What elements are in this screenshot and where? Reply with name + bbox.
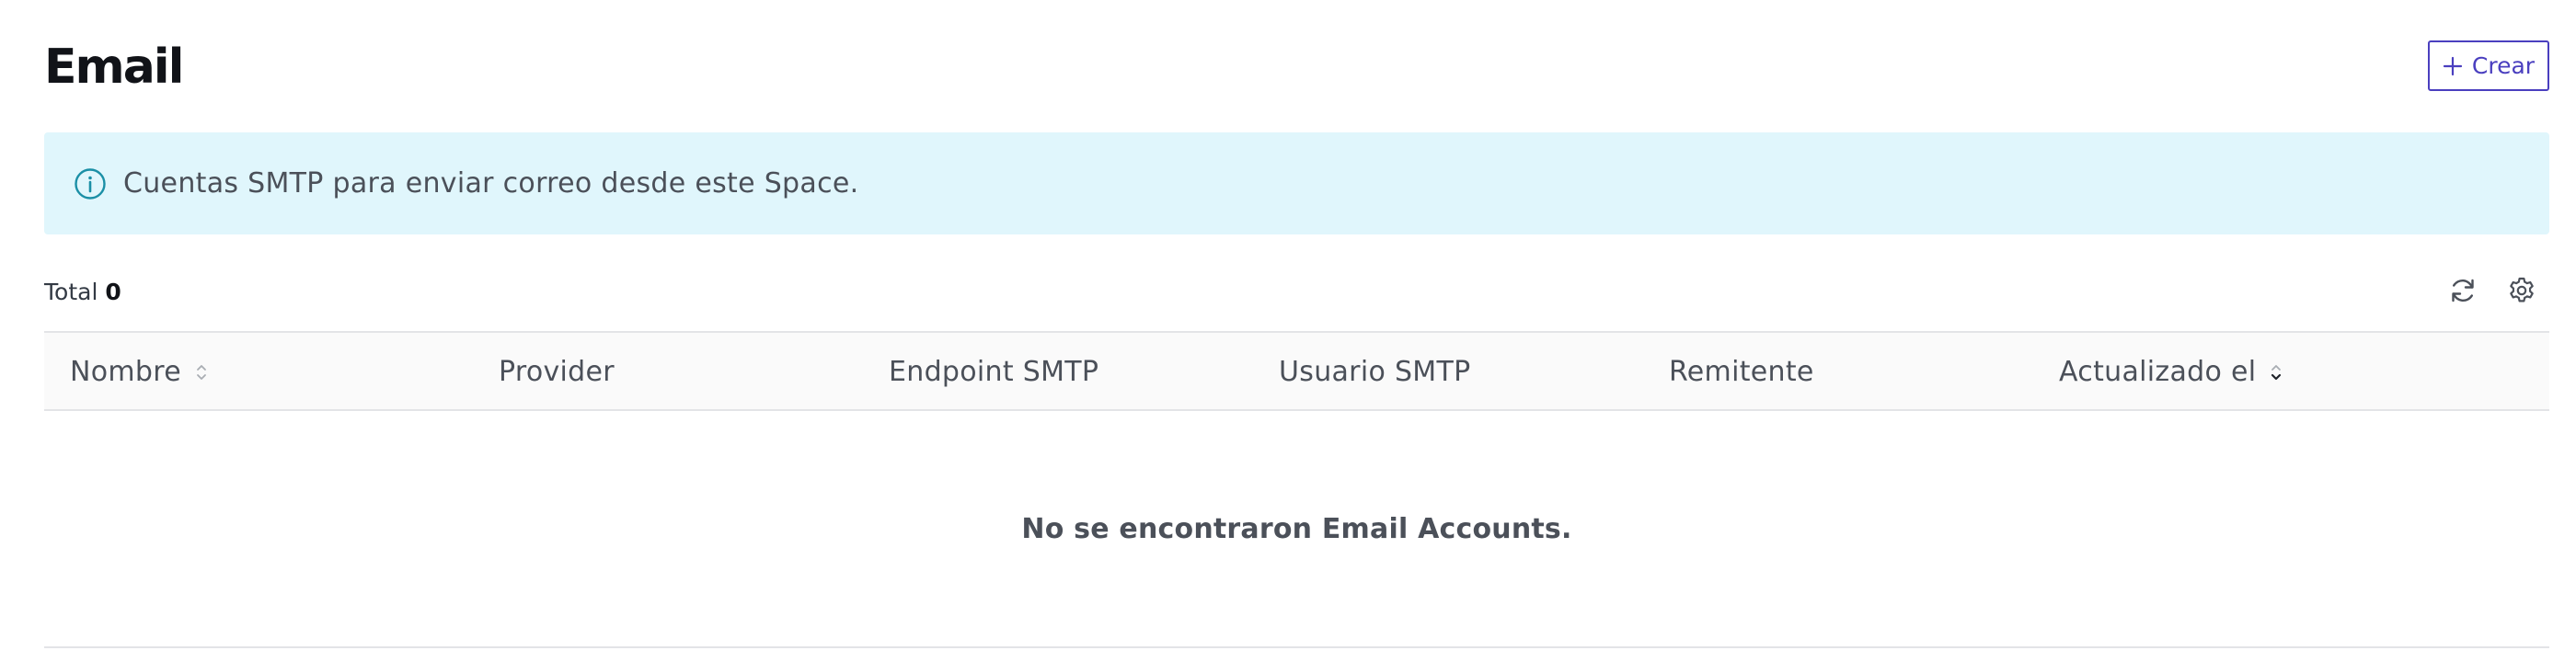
total-value: 0: [105, 279, 121, 305]
column-header-label: Actualizado el: [2059, 356, 2257, 388]
email-accounts-page: Email Crear Cuentas SMTP para enviar cor…: [0, 0, 2576, 662]
total-count: Total 0: [44, 278, 121, 307]
plus-icon: [2443, 56, 2463, 76]
sort-icon: [194, 361, 209, 383]
page-title: Email: [44, 40, 184, 95]
column-header-provider: Provider: [499, 333, 615, 411]
table-header: Nombre Provider Endpoint SMTP Usuario SM…: [44, 331, 2549, 411]
column-header-remitente: Remitente: [1669, 333, 1814, 411]
column-header-label: Usuario SMTP: [1279, 356, 1471, 388]
column-header-label: Provider: [499, 356, 615, 388]
info-banner: Cuentas SMTP para enviar correo desde es…: [44, 132, 2549, 234]
column-header-endpoint-smtp: Endpoint SMTP: [889, 333, 1098, 411]
empty-state-text: No se encontraron Email Accounts.: [1021, 512, 1572, 545]
table-empty-state: No se encontraron Email Accounts.: [44, 411, 2549, 648]
column-header-label: Nombre: [70, 356, 181, 388]
info-circle-icon: [74, 167, 107, 200]
total-label: Total: [44, 279, 98, 305]
create-button-label: Crear: [2471, 52, 2536, 79]
column-header-label: Remitente: [1669, 356, 1814, 388]
create-button[interactable]: Crear: [2428, 40, 2549, 91]
column-header-usuario-smtp: Usuario SMTP: [1279, 333, 1471, 411]
email-accounts-table: Nombre Provider Endpoint SMTP Usuario SM…: [44, 331, 2549, 648]
info-banner-text: Cuentas SMTP para enviar correo desde es…: [123, 167, 859, 200]
refresh-icon[interactable]: [2446, 274, 2479, 307]
sort-descending-icon: [2269, 361, 2283, 383]
column-header-nombre[interactable]: Nombre: [70, 333, 209, 411]
column-header-actualizado-el[interactable]: Actualizado el: [2059, 333, 2283, 411]
column-header-label: Endpoint SMTP: [889, 356, 1099, 388]
gear-icon[interactable]: [2505, 274, 2538, 307]
